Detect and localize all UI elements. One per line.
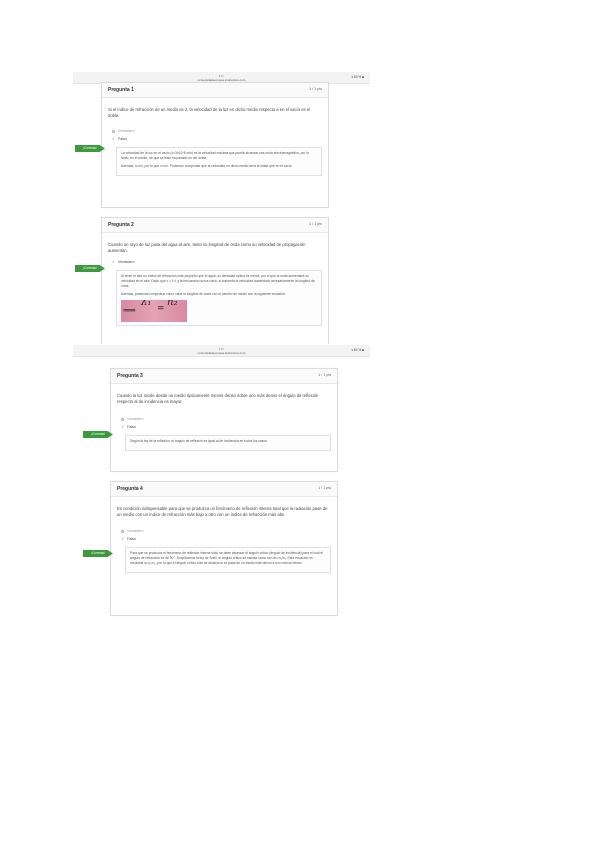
radio-icon: [112, 129, 115, 133]
formula-rhs: n₂: [167, 299, 178, 308]
option-label: Falso: [118, 137, 127, 142]
question-title: Pregunta 2: [108, 222, 134, 228]
question-points: 1 / 1 pts: [318, 373, 331, 377]
answer-explanation: Al tener el aire un índice de refracción…: [116, 270, 322, 326]
question-text: Cuando un rayo de luz pasa del agua al a…: [108, 242, 306, 254]
option-label: Verdadero: [127, 529, 144, 534]
option-falso-selected[interactable]: ✓ Falso: [121, 535, 337, 543]
option-verdadero[interactable]: Verdadero: [121, 527, 337, 535]
question-header: Pregunta 4 1 / 1 pts: [111, 482, 337, 497]
option-verdadero-selected[interactable]: ✓ Verdadero: [112, 258, 328, 266]
question-card-1: Pregunta 1 1 / 1 pts Si el índice de ref…: [101, 82, 329, 208]
status-icons: ▾ 60 % ■: [351, 75, 364, 79]
answer-explanation: La velocidad de la luz en el vacío (c=3x…: [116, 147, 322, 176]
checkmark-icon: ✓: [112, 136, 116, 142]
explanation-paragraph: La velocidad de la luz en el vacío (c=3x…: [121, 151, 309, 161]
question-header: Pregunta 2 1 / 1 pts: [102, 218, 328, 233]
explanation-paragraph: Según la ley de la reflexión, el ángulo …: [130, 439, 268, 444]
browser-status-bar: ••• universidadeuropea.instructure.com ▾…: [73, 345, 370, 357]
question-card-4: Pregunta 4 1 / 1 pts Es condición indisp…: [110, 481, 338, 616]
question-text: Es condición indispensable para que se p…: [117, 506, 328, 518]
answer-explanation: Para que se produzca el fenómeno de refl…: [125, 547, 331, 573]
screenshot-bottom: ••• universidadeuropea.instructure.com ▾…: [73, 345, 370, 620]
question-card-3: Pregunta 3 1 / 1 pts Cuando la luz incid…: [110, 368, 338, 472]
radio-icon: [121, 529, 124, 533]
explanation-paragraph: Además, n=c/v, por lo que v=c/n. Podemos…: [121, 164, 293, 168]
question-title: Pregunta 3: [117, 373, 143, 379]
correct-badge: ¡Correcto!: [75, 145, 105, 152]
screenshot-top: ••• universidadeuropea.instructure.com ▾…: [73, 72, 370, 344]
correct-badge: ¡Correcto!: [83, 431, 113, 438]
question-title: Pregunta 1: [108, 87, 134, 93]
checkmark-icon: ✓: [121, 424, 125, 430]
option-verdadero[interactable]: Verdadero: [121, 415, 337, 423]
question-points: 1 / 1 pts: [309, 87, 322, 91]
question-text: Cuando la luz incide desde un medio ópti…: [117, 393, 319, 405]
status-icons: ▾ 60 % ■: [351, 348, 364, 352]
question-title: Pregunta 4: [117, 486, 143, 492]
correct-badge: ¡Correcto!: [75, 265, 105, 272]
option-label: Falso: [127, 425, 136, 430]
formula-equals: =: [157, 303, 165, 314]
address-bar[interactable]: universidadeuropea.instructure.com: [73, 78, 370, 82]
radio-icon: [121, 417, 124, 421]
option-label: Verdadero: [118, 129, 135, 134]
option-falso-selected[interactable]: ✓ Falso: [121, 423, 337, 431]
checkmark-icon: ✓: [121, 536, 125, 542]
answer-explanation: Según la ley de la reflexión, el ángulo …: [125, 435, 331, 452]
question-text: Si el índice de refracción de un medio e…: [108, 107, 311, 119]
question-header: Pregunta 1 1 / 1 pts: [102, 83, 328, 98]
option-label: Verdadero: [127, 417, 144, 422]
option-label: Falso: [127, 537, 136, 542]
question-points: 1 / 1 pts: [318, 486, 331, 490]
correct-badge: ¡Correcto!: [83, 550, 113, 557]
explanation-paragraph: Al tener el aire un índice de refracción…: [121, 274, 315, 288]
question-header: Pregunta 3 1 / 1 pts: [111, 369, 337, 384]
explanation-paragraph: Además, podemos comprobar cómo varía la …: [121, 291, 286, 296]
question-card-2: Pregunta 2 1 / 1 pts Cuando un rayo de l…: [101, 217, 329, 344]
checkmark-icon: ✓: [112, 259, 116, 265]
address-bar[interactable]: universidadeuropea.instructure.com: [73, 351, 370, 355]
explanation-paragraph: Para que se produzca el fenómeno de refl…: [130, 551, 323, 565]
question-points: 1 / 1 pts: [309, 222, 322, 226]
formula-arrow: ⟹: [123, 305, 136, 316]
formula-lhs: λ₁: [141, 299, 152, 308]
option-falso-selected[interactable]: ✓ Falso: [112, 135, 328, 143]
formula-image: ⟹ λ₁ = n₂: [121, 299, 187, 322]
option-verdadero[interactable]: Verdadero: [112, 127, 328, 135]
option-label: Verdadero: [118, 260, 135, 265]
